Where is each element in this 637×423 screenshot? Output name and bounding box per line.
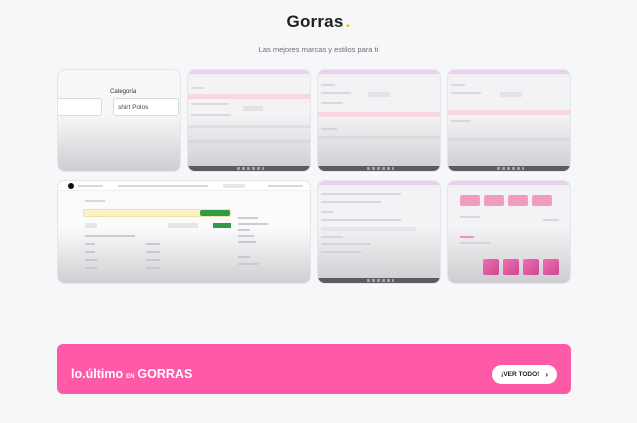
category-label: Categoría [110,89,137,95]
browser-url-bar [318,74,440,78]
browser-url-bar [448,74,570,78]
repo-header [58,181,310,191]
view-all-button[interactable]: ¡VER TODO! › [492,365,557,384]
gallery-tile-category[interactable]: Categoría shirt Polos [57,69,181,172]
banner-title-end: GORRAS [137,367,193,381]
latest-caps-banner[interactable]: lo.último EN GORRAS ¡VER TODO! › [57,344,571,394]
chevron-right-icon: › [545,370,548,379]
view-all-label: ¡VER TODO! [501,371,540,378]
banner-title: lo.último EN GORRAS [71,367,192,381]
gallery-tile-repository[interactable] [57,180,311,284]
gallery-tile-form-1[interactable] [187,69,311,172]
gallery-tile-form-3[interactable] [447,69,571,172]
repo-action-button [200,210,230,216]
page-subtitle: Las mejores marcas y estilos para ti [258,45,379,54]
title-dot: . [345,12,351,31]
banner-title-small: EN [126,374,135,380]
screenshot-gallery: Categoría shirt Polos [57,69,571,284]
page-title: Gorras. [0,12,637,32]
repo-logo-icon [68,183,74,189]
gallery-tile-shop[interactable] [447,180,571,284]
browser-url-bar [318,185,440,189]
category-field-left [58,98,102,116]
page-title-text: Gorras [286,12,344,31]
browser-url-bar [448,185,570,189]
category-field: shirt Polos [113,98,179,116]
banner-title-main: lo.último [71,367,124,381]
gallery-tile-editor[interactable] [317,180,441,284]
gallery-tile-form-2[interactable] [317,69,441,172]
browser-url-bar [188,74,310,78]
